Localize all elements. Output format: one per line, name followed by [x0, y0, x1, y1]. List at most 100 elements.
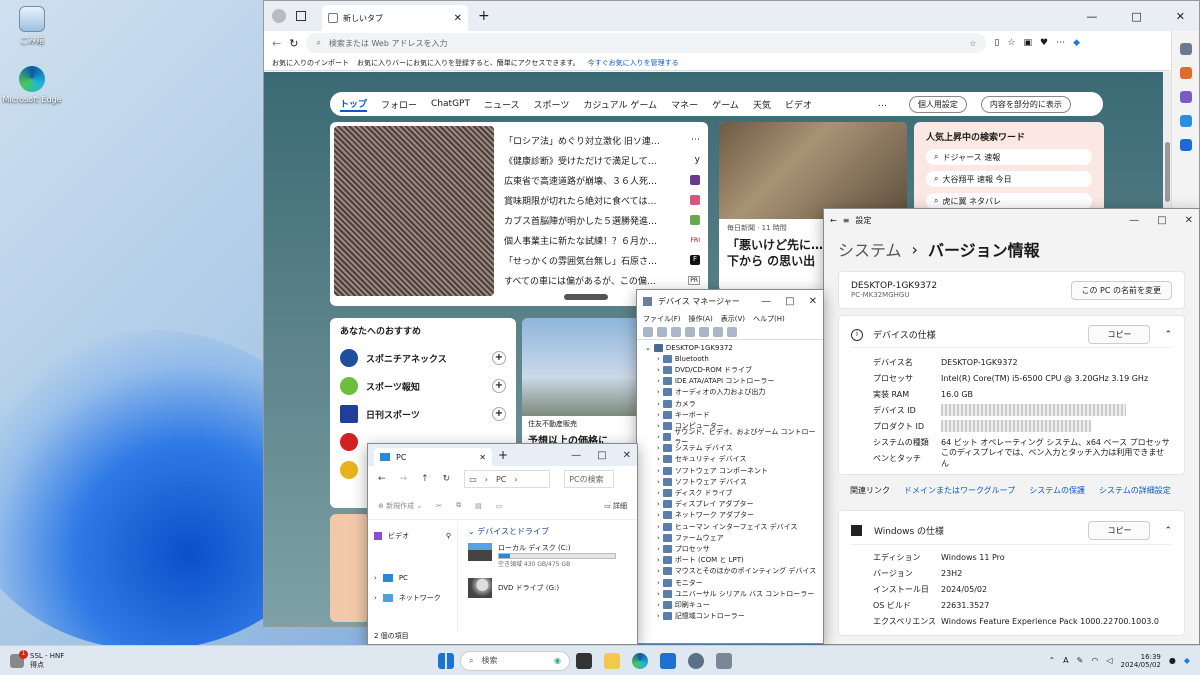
settings-gear-icon[interactable] — [688, 652, 704, 669]
trending-item[interactable]: ⌕ ドジャース 速報 — [926, 149, 1092, 165]
headline-item[interactable]: カブス首脳陣が明かした５選勝発進… — [504, 210, 700, 230]
nav-weather[interactable]: 天気 — [753, 98, 771, 111]
tree-node[interactable]: › ポート (COM と LPT) — [641, 555, 819, 566]
related-link-advanced[interactable]: システムの詳細設定 — [1099, 485, 1171, 496]
new-tab-plus-icon[interactable]: + — [498, 448, 508, 462]
refresh-icon[interactable]: ↻ — [443, 474, 451, 484]
minimize-icon[interactable]: — — [571, 450, 581, 461]
store-icon[interactable] — [660, 652, 676, 669]
tree-node[interactable]: › マウスとそのほかのポインティング デバイス — [641, 566, 819, 577]
tree-node[interactable]: › オーディオの入力および出力 — [641, 387, 819, 398]
games-icon[interactable] — [1179, 115, 1192, 127]
nav-item-network[interactable]: › ネットワーク — [374, 588, 451, 608]
paste-icon[interactable]: ▤ — [475, 502, 482, 510]
copy-windows-button[interactable]: コピー — [1088, 521, 1151, 540]
maximize-icon[interactable]: □ — [785, 296, 794, 307]
desktop-icon-recycle-bin[interactable]: ごみ箱 — [2, 6, 62, 46]
layout-select[interactable]: 内容を部分的に表示 — [980, 95, 1071, 113]
drive-c[interactable]: ローカル ディスク (C:) 空き領域 430 GB/475 GB — [468, 543, 637, 568]
chevron-up-icon[interactable]: ⌃ — [1048, 656, 1055, 665]
outlook-icon[interactable] — [1179, 139, 1192, 151]
realestate-card[interactable]: 住友不動産販売 予想以上の価格に — [522, 318, 642, 448]
tree-node[interactable]: › ディスプレイ アダプター — [641, 499, 819, 510]
properties-icon[interactable] — [671, 327, 681, 337]
manage-favorites-link[interactable]: 今すぐお気に入りを管理する — [588, 58, 679, 68]
tree-node[interactable]: › ネットワーク アダプター — [641, 510, 819, 521]
nav-money[interactable]: マネー — [671, 98, 698, 111]
nav-top[interactable]: トップ — [340, 97, 368, 112]
tree-node[interactable]: › ヒューマン インターフェイス デバイス — [641, 521, 819, 532]
crumb-system[interactable]: システム — [838, 237, 902, 261]
favorites-icon[interactable]: ☆ — [1007, 38, 1015, 48]
new-tab-plus-icon[interactable]: + — [478, 8, 490, 24]
favorite-star-icon[interactable]: ☆ — [969, 39, 976, 48]
chevron-up-icon[interactable]: ⌃ — [1164, 526, 1172, 536]
back-icon[interactable] — [643, 327, 653, 337]
nav-video[interactable]: ビデオ — [785, 98, 812, 111]
tree-node[interactable]: › ユニバーサル シリアル バス コントローラー — [641, 588, 819, 599]
update-icon[interactable] — [699, 327, 709, 337]
copilot-icon[interactable]: ◆ — [1184, 656, 1190, 665]
tree-node[interactable]: › ソフトウェア デバイス — [641, 476, 819, 487]
nav-more[interactable]: … — [878, 99, 887, 109]
task-view-icon[interactable] — [576, 652, 592, 669]
drive-g[interactable]: DVD ドライブ (G:) — [468, 578, 637, 598]
desktop-icon-edge[interactable]: Microsoft Edge — [2, 66, 62, 104]
close-icon[interactable]: ✕ — [809, 296, 817, 307]
more-card[interactable] — [330, 514, 370, 622]
search-icon[interactable] — [1179, 43, 1192, 55]
up-icon[interactable]: ↑ — [421, 474, 429, 484]
new-button[interactable]: ⊕ 新規作成 ⌄ — [378, 501, 422, 511]
extensions-icon[interactable]: ♥ — [1040, 38, 1048, 48]
monitor-icon[interactable] — [727, 327, 737, 337]
headline-item[interactable]: 「せっかくの雰囲気台無し」石原さ… F — [504, 250, 700, 270]
forward-icon[interactable]: → — [400, 474, 408, 484]
headline-item[interactable]: すべての車には偏があるが、この偏… PR — [504, 270, 700, 290]
headline-item[interactable]: 《健康診断》受けただけで満足して… y — [504, 150, 700, 170]
nav-casual-games[interactable]: カジュアル ゲーム — [583, 98, 657, 111]
tree-node[interactable]: › 印刷キュー — [641, 599, 819, 610]
help-icon[interactable] — [685, 327, 695, 337]
trending-item[interactable]: ⌕ 大谷翔平 速報 今日 — [926, 171, 1092, 187]
collections-icon[interactable]: ▣ — [1023, 38, 1032, 48]
menu-file[interactable]: ファイル(F) — [643, 314, 681, 324]
more-icon[interactable]: ⋯ — [1056, 38, 1065, 48]
trending-item[interactable]: ⌕ 虎に翼 ネタバレ — [926, 193, 1092, 209]
copy-icon[interactable]: ⧉ — [456, 501, 461, 510]
headline-item[interactable]: 「ロシア法」めぐり対立激化 旧ソ連… ⋯ — [504, 130, 700, 150]
nav-news[interactable]: ニュース — [484, 98, 520, 111]
close-tab-icon[interactable]: ✕ — [454, 13, 462, 24]
source-item[interactable]: 日刊スポーツ + — [340, 400, 506, 428]
source-item[interactable]: スポニチアネックス + — [340, 344, 506, 372]
clock[interactable]: 16:39 2024/05/02 — [1121, 653, 1161, 669]
refresh-icon[interactable]: ↻ — [289, 37, 298, 50]
import-favorites-link[interactable]: お気に入りのインポート — [272, 58, 349, 68]
nav-games[interactable]: ゲーム — [712, 98, 739, 111]
profile-icon[interactable] — [272, 9, 286, 23]
tab-new-tab[interactable]: 新しいタブ ✕ — [322, 5, 468, 31]
minimize-icon[interactable]: — — [1129, 215, 1139, 226]
section-header[interactable]: ⌄ デバイスとドライブ — [468, 526, 637, 537]
tree-node[interactable]: › プロセッサ — [641, 543, 819, 554]
related-link-protection[interactable]: システムの保護 — [1029, 485, 1085, 496]
close-icon[interactable]: ✕ — [1176, 10, 1185, 23]
copilot-icon[interactable]: ◆ — [1073, 38, 1080, 48]
headline-item[interactable]: 個人事業主に新たな試練！？６月か… FRI — [504, 230, 700, 250]
explorer-tab-pc[interactable]: PC ✕ — [374, 448, 492, 466]
back-icon[interactable]: ← — [378, 474, 386, 484]
address-crumb[interactable]: ▭ › PC › — [464, 470, 551, 488]
tree-node[interactable]: › DVD/CD-ROM ドライブ — [641, 364, 819, 375]
nav-item-pc[interactable]: › PC — [374, 568, 451, 588]
widgets-alert[interactable]: 1 SSL - HNF 得点 — [0, 649, 200, 670]
nav-follow[interactable]: フォロー — [381, 98, 417, 111]
headline-item[interactable]: 広東省で高速道路が崩壊、３６人死… — [504, 170, 700, 190]
minimize-icon[interactable]: — — [1086, 10, 1097, 23]
tree-node[interactable]: › キーボード — [641, 409, 819, 420]
headline-item[interactable]: 賞味期限が切れたら絶対に食べては… — [504, 190, 700, 210]
forward-icon[interactable] — [657, 327, 667, 337]
tree-node[interactable]: › ファームウェア — [641, 532, 819, 543]
taskbar-search[interactable]: ⌕ 検索 ◉ — [460, 650, 570, 671]
source-item[interactable]: スポーツ報知 + — [340, 372, 506, 400]
nav-item-video[interactable]: ビデオ ⚲ — [374, 528, 451, 544]
tree-node[interactable]: › IDE ATA/ATAPI コントローラー — [641, 376, 819, 387]
